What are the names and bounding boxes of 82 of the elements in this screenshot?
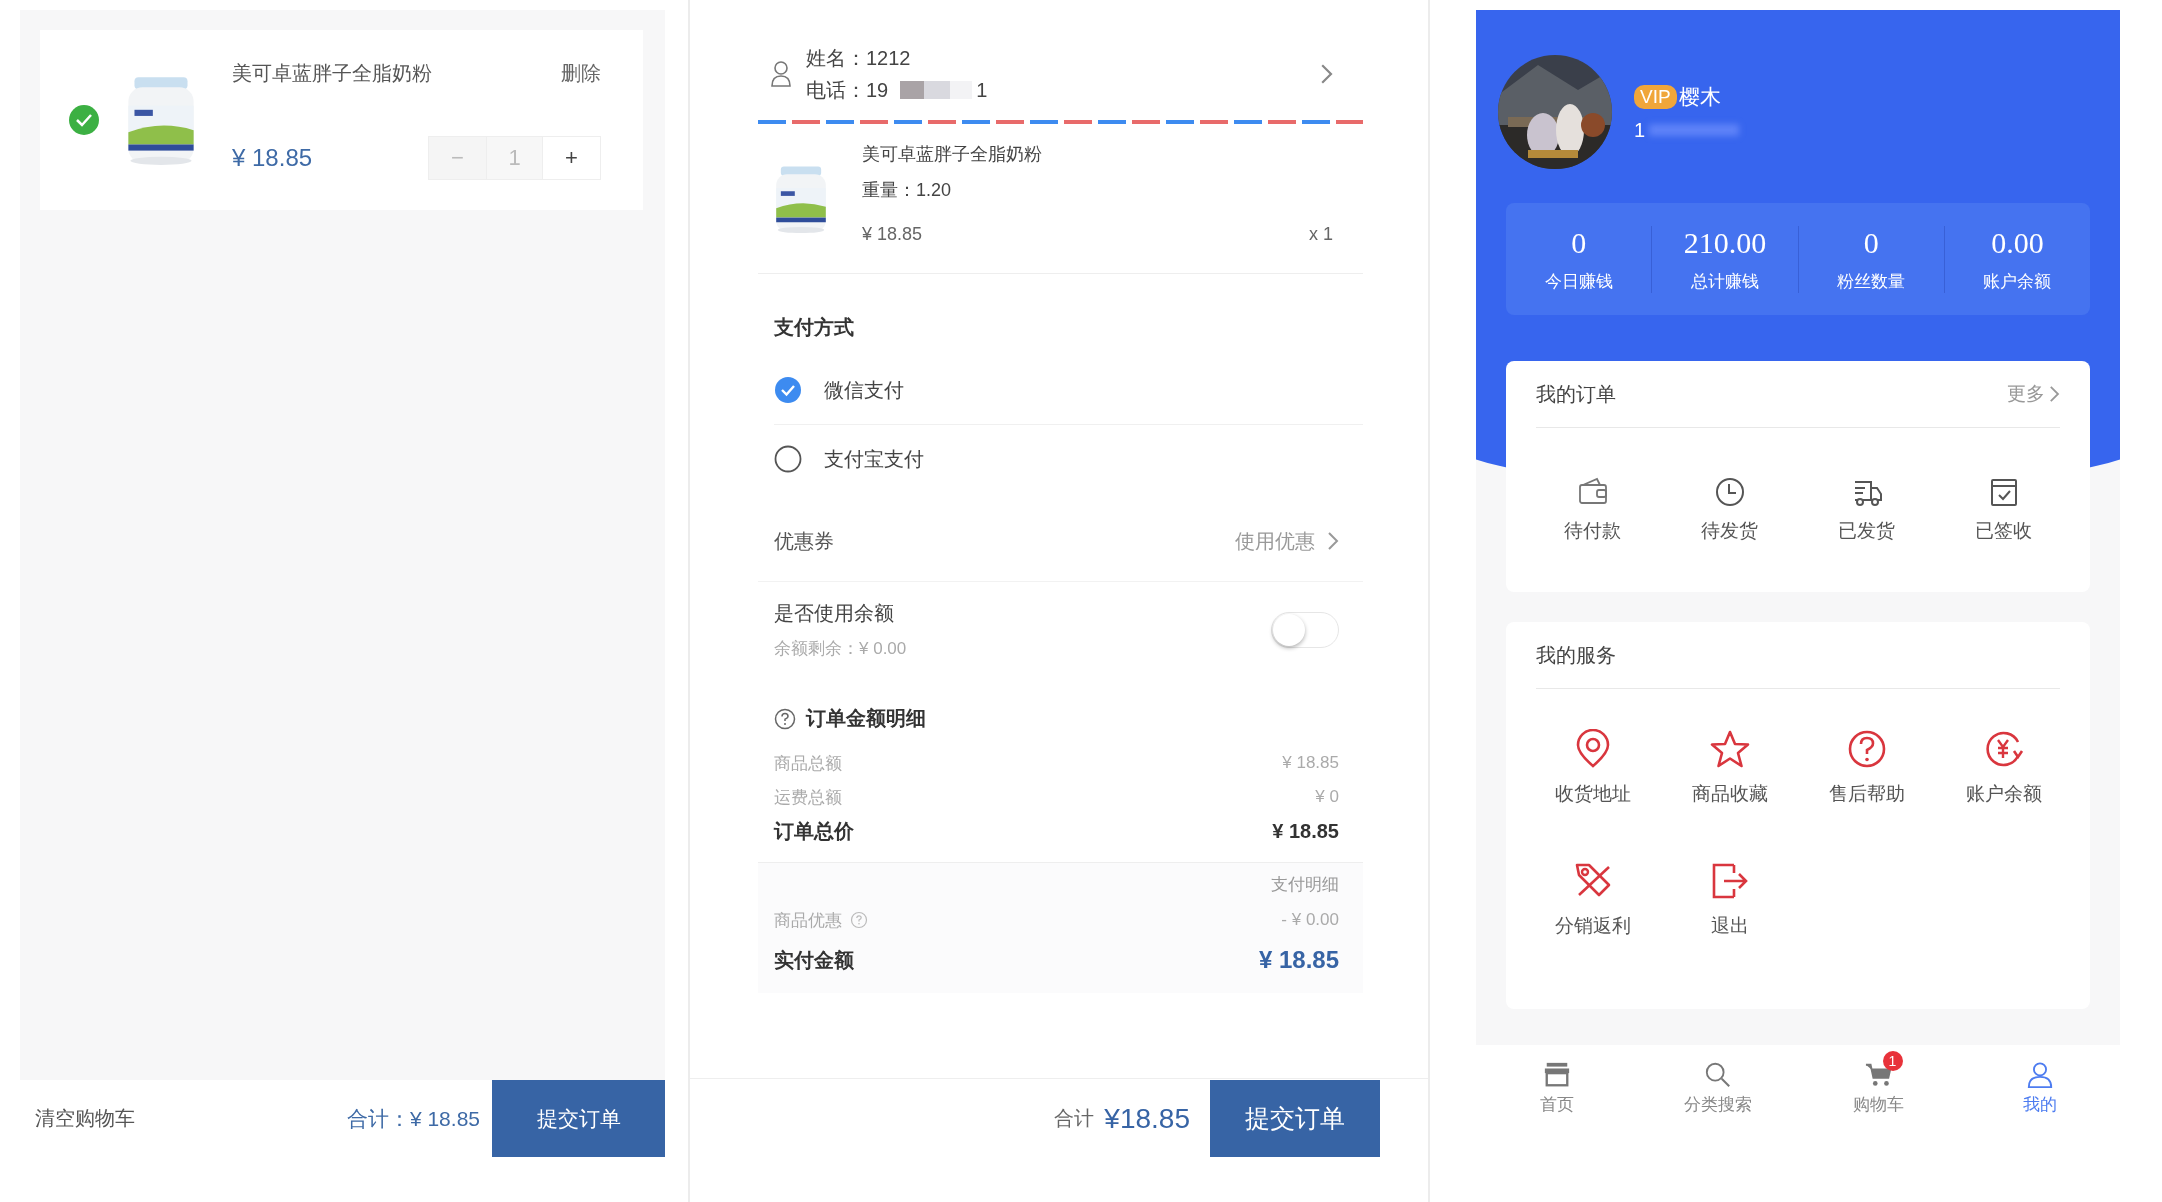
person-icon — [2025, 1061, 2054, 1089]
chevron-right-icon — [2049, 385, 2060, 403]
order-status-button[interactable]: 已发货 — [1798, 428, 1935, 592]
person-icon — [770, 60, 792, 88]
payment-detail-title: 支付明细 — [1270, 874, 1340, 896]
stat-value: 0 — [1862, 225, 1880, 260]
summary-label: 实付金额 — [774, 947, 854, 973]
service-button[interactable]: 分销返利 — [1524, 851, 1661, 983]
address-row[interactable]: 姓名：1212 电话：19 1 — [758, 38, 1363, 110]
service-button[interactable]: 收货地址 — [1524, 719, 1661, 851]
tab-bar-item[interactable]: 分类搜索 — [1637, 1045, 1798, 1135]
stat-label: 粉丝数量 — [1836, 270, 1907, 293]
contact-phone: 电话：19 — [806, 78, 889, 103]
submit-order-button[interactable]: 提交订单 — [1210, 1080, 1380, 1157]
section-title: 支付方式 — [774, 315, 855, 340]
summary-value: ¥ 18.85 — [1272, 819, 1339, 843]
product-price: ¥ 18.85 — [862, 224, 923, 245]
stat-label: 账户余额 — [1982, 270, 2053, 293]
yen-refresh-icon — [1983, 729, 2024, 769]
submit-order-button[interactable]: 提交订单 — [492, 1080, 665, 1157]
balance-label: 是否使用余额 — [774, 600, 895, 626]
product-name: 美可卓蓝胖子全脂奶粉 — [232, 61, 432, 86]
cart-total: 合计：¥ 18.85 — [346, 1105, 480, 1132]
stat-value: 0.00 — [1990, 225, 2045, 260]
total-amount: ¥18.85 — [1104, 1102, 1190, 1135]
chevron-right-icon — [1327, 531, 1339, 551]
summary-value: ¥ 18.85 — [1258, 946, 1339, 974]
notification-badge: 1 — [1882, 1051, 1903, 1071]
chevron-right-icon — [1319, 63, 1333, 85]
stat-value: 0 — [1570, 225, 1588, 260]
checkbox[interactable] — [68, 104, 100, 136]
summary-value: ¥ 0 — [1315, 787, 1339, 807]
summary-value: ¥ 18.85 — [1282, 753, 1339, 773]
user-name: 樱木 — [1678, 83, 1721, 110]
radio-button[interactable] — [774, 445, 802, 473]
product-quantity: x 1 — [1309, 224, 1333, 245]
store-icon — [1542, 1061, 1571, 1089]
service-button[interactable]: 退出 — [1661, 851, 1798, 983]
summary-value: - ¥ 0.00 — [1281, 910, 1339, 930]
tab-bar-item[interactable]: 购物车 1 — [1798, 1045, 1959, 1135]
help-icon — [774, 707, 796, 730]
summary-label: 商品优惠 — [774, 909, 842, 932]
stat-value: 210.00 — [1682, 225, 1768, 260]
coupon-row[interactable]: 优惠券 使用优惠 — [758, 501, 1363, 582]
section-title: 订单金额明细 — [806, 706, 926, 731]
clear-cart-link[interactable]: 清空购物车 — [35, 1105, 347, 1132]
order-status-button[interactable]: 已签收 — [1935, 428, 2072, 592]
payment-option-label: 支付宝支付 — [824, 446, 924, 472]
contact-phone-end: 1 — [976, 78, 988, 103]
product-price: ¥ 18.85 — [232, 144, 313, 172]
tab-bar-item[interactable]: 我的 — [1959, 1045, 2120, 1135]
help-icon — [1846, 729, 1887, 769]
star-icon — [1709, 729, 1750, 769]
coupon-label: 优惠券 — [774, 528, 834, 554]
payment-option[interactable]: 支付宝支付 — [774, 424, 1363, 493]
delete-button[interactable]: 删除 — [561, 60, 601, 87]
stat-label: 今日赚钱 — [1543, 270, 1614, 293]
total-label: 合计 — [1054, 1106, 1095, 1131]
service-button[interactable]: 售后帮助 — [1798, 719, 1935, 851]
product-weight: 重量：1.20 — [862, 179, 953, 202]
tab-bar-item[interactable]: 首页 — [1476, 1045, 1637, 1135]
order-status-button[interactable]: 待发货 — [1661, 428, 1798, 592]
card-title: 我的订单 — [1536, 381, 1616, 407]
summary-label: 商品总额 — [774, 752, 842, 775]
summary-label: 订单总价 — [774, 818, 854, 844]
service-button[interactable]: 商品收藏 — [1661, 719, 1798, 851]
payment-option[interactable]: 微信支付 — [774, 356, 1363, 424]
payment-option-label: 微信支付 — [824, 377, 904, 403]
balance-toggle[interactable] — [1271, 611, 1339, 648]
card-title: 我的服务 — [1536, 622, 2060, 689]
summary-label: 运费总额 — [774, 786, 842, 809]
stat-label: 总计赚钱 — [1689, 270, 1760, 293]
product-name: 美可卓蓝胖子全脂奶粉 — [862, 143, 1043, 166]
search-icon — [1703, 1061, 1732, 1089]
user-phone: 1 — [1634, 118, 1646, 142]
contact-name: 姓名：1212 — [806, 46, 912, 71]
service-button[interactable]: 账户余额 — [1935, 719, 2072, 851]
order-status-button[interactable]: 待付款 — [1524, 428, 1661, 592]
balance-remaining: 余额剩余：¥ 0.00 — [774, 637, 907, 660]
radio-button[interactable] — [774, 376, 802, 404]
help-icon — [850, 911, 868, 929]
clock-icon — [1713, 476, 1746, 508]
